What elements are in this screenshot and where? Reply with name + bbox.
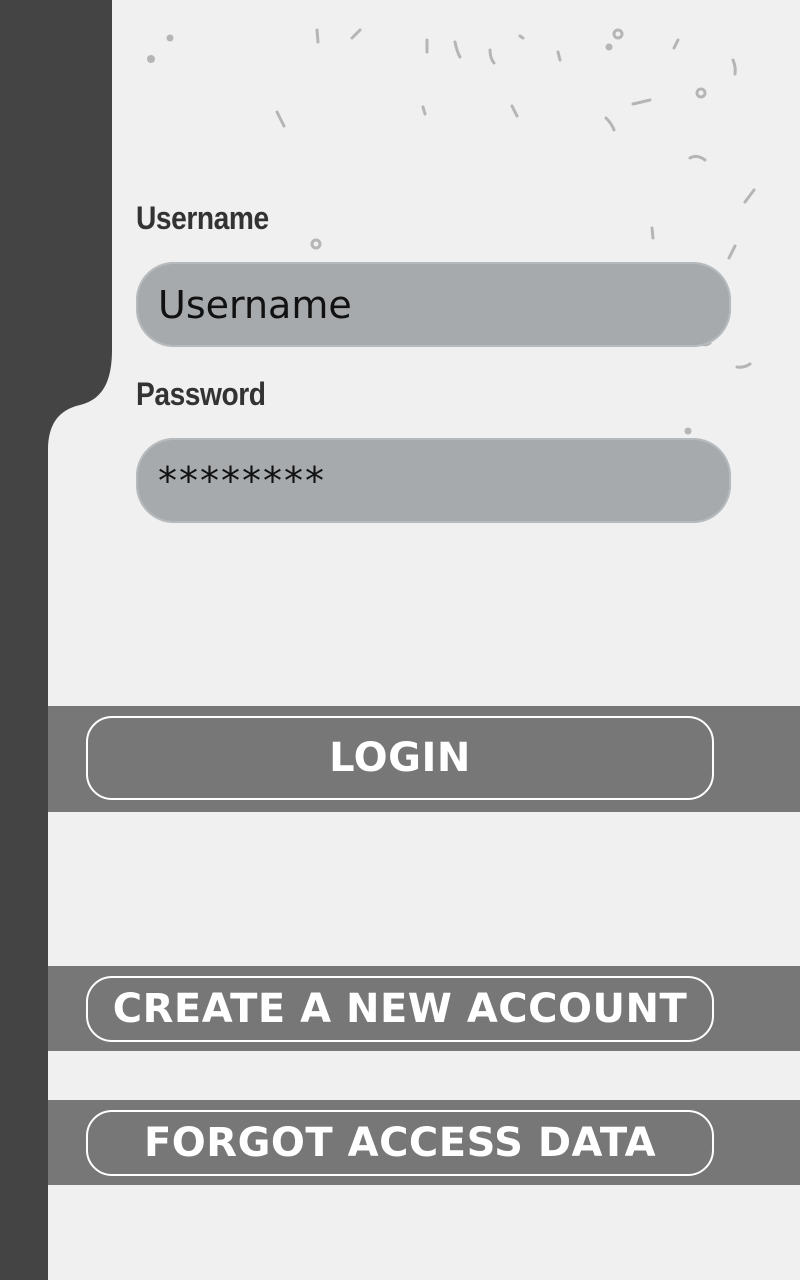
password-label: Password bbox=[136, 376, 266, 412]
sidebar-panel bbox=[0, 0, 112, 1280]
login-button[interactable]: LOGIN bbox=[86, 716, 714, 800]
password-input[interactable]: ******** bbox=[136, 438, 731, 523]
create-account-button[interactable]: CREATE A NEW ACCOUNT bbox=[86, 976, 714, 1042]
username-input[interactable]: Username bbox=[136, 262, 731, 347]
confetti-decoration bbox=[147, 28, 756, 476]
username-label: Username bbox=[136, 200, 269, 236]
forgot-access-data-button[interactable]: FORGOT ACCESS DATA bbox=[86, 1110, 714, 1176]
